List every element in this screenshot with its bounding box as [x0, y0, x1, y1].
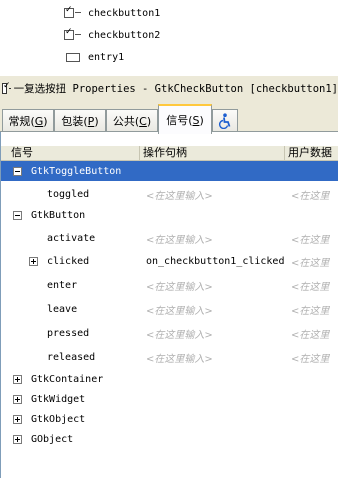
table-row[interactable]: GtkObject — [1, 409, 338, 429]
tab-accessibility[interactable] — [212, 109, 238, 132]
user-data-field[interactable]: <在这里 — [291, 187, 329, 202]
tree-item-label: checkbutton2 — [88, 29, 161, 41]
signal-name: clicked — [47, 255, 90, 267]
table-row[interactable]: GtkContainer — [1, 369, 338, 389]
tab-key: C — [139, 114, 147, 128]
table-row[interactable]: GObject — [1, 429, 338, 449]
user-data-field[interactable]: <在这里 — [291, 326, 329, 341]
tab-common[interactable]: 公共(C) — [106, 109, 158, 132]
table-row[interactable]: clicked on_checkbutton1_clicked <在这里 — [1, 251, 338, 271]
handler-field[interactable]: <在这里输入> — [146, 278, 213, 293]
tab-key: P — [87, 114, 95, 128]
table-row[interactable]: GtkWidget — [1, 389, 338, 409]
column-header-user-data[interactable]: 用户数据 — [288, 146, 332, 160]
signal-name: GObject — [31, 433, 74, 445]
checkbutton-icon — [64, 5, 82, 19]
signal-table: 信号 操作句柄 用户数据 GtkToggleButton toggled <在这… — [0, 132, 338, 478]
tree-item-checkbutton2[interactable]: checkbutton2 — [64, 25, 160, 45]
expand-icon[interactable] — [29, 256, 38, 266]
tab-key: S — [192, 113, 200, 127]
table-row[interactable]: enter <在这里输入> <在这里 — [1, 275, 338, 295]
column-header-handler[interactable]: 操作句柄 — [143, 146, 187, 160]
accessibility-icon — [218, 113, 231, 129]
properties-header: 一复选按扭 Properties - GtkCheckButton [check… — [0, 76, 338, 101]
signal-name: released — [47, 351, 96, 363]
handler-field[interactable]: on_checkbutton1_clicked — [146, 256, 284, 267]
table-row[interactable]: toggled <在这里输入> <在这里 — [1, 184, 338, 204]
signal-name: activate — [47, 232, 96, 244]
tree-item-checkbutton1[interactable]: checkbutton1 — [64, 3, 160, 23]
handler-field[interactable]: <在这里输入> — [146, 350, 213, 365]
tab-label: 包装 — [61, 115, 84, 128]
tab-packing[interactable]: 包装(P) — [54, 109, 106, 132]
signal-name: pressed — [47, 327, 90, 339]
user-data-field[interactable]: <在这里 — [291, 350, 329, 365]
signal-name: toggled — [47, 188, 90, 200]
table-row[interactable]: leave <在这里输入> <在这里 — [1, 299, 338, 319]
tab-label: 公共 — [112, 115, 135, 128]
signal-name: GtkContainer — [31, 373, 104, 385]
entry-icon — [64, 51, 82, 63]
signal-name: leave — [47, 303, 78, 315]
table-row[interactable]: activate <在这里输入> <在这里 — [1, 228, 338, 248]
tab-key: G — [34, 114, 44, 128]
signal-name: GtkWidget — [31, 393, 86, 405]
handler-field[interactable]: <在这里输入> — [146, 302, 213, 317]
table-row[interactable]: GtkToggleButton — [1, 161, 338, 181]
tab-general[interactable]: 常规(G) — [2, 109, 54, 132]
handler-field[interactable]: <在这里输入> — [146, 231, 213, 246]
column-separator — [284, 146, 285, 160]
expand-icon[interactable] — [13, 414, 22, 424]
expand-icon[interactable] — [13, 374, 22, 384]
user-data-field[interactable]: <在这里 — [291, 278, 329, 293]
collapse-icon[interactable] — [13, 210, 22, 220]
tab-label: 常规 — [8, 115, 31, 128]
table-row[interactable]: GtkButton — [1, 205, 338, 225]
signal-name: enter — [47, 279, 78, 291]
user-data-field[interactable]: <在这里 — [291, 231, 329, 246]
column-header-signal[interactable]: 信号 — [11, 146, 33, 160]
tab-signals[interactable]: 信号(S) — [158, 104, 212, 134]
handler-field[interactable]: <在这里输入> — [146, 187, 213, 202]
column-separator — [139, 146, 140, 160]
checkbutton-icon — [2, 81, 10, 94]
widget-tree: checkbutton1 checkbutton2 entry1 — [0, 0, 338, 77]
signal-name: GtkButton — [31, 209, 86, 221]
table-header: 信号 操作句柄 用户数据 — [1, 146, 338, 161]
handler-field[interactable]: <在这里输入> — [146, 326, 213, 341]
expand-icon[interactable] — [13, 434, 22, 444]
tree-item-label: checkbutton1 — [88, 7, 161, 19]
tree-item-label: entry1 — [88, 51, 125, 63]
properties-title: 一复选按扭 Properties - GtkCheckButton [check… — [13, 82, 338, 95]
tree-item-entry1[interactable]: entry1 — [64, 47, 124, 67]
collapse-icon[interactable] — [13, 166, 22, 176]
user-data-field[interactable]: <在这里 — [291, 254, 329, 269]
tab-bar: 常规(G) 包装(P) 公共(C) 信号(S) — [0, 100, 338, 134]
user-data-field[interactable]: <在这里 — [291, 302, 329, 317]
tab-label: 信号 — [166, 114, 189, 127]
table-row[interactable]: released <在这里输入> <在这里 — [1, 347, 338, 367]
checkbutton-icon — [64, 27, 82, 41]
signal-name: GtkObject — [31, 413, 86, 425]
table-row[interactable]: pressed <在这里输入> <在这里 — [1, 323, 338, 343]
signal-name: GtkToggleButton — [31, 165, 122, 177]
expand-icon[interactable] — [13, 394, 22, 404]
